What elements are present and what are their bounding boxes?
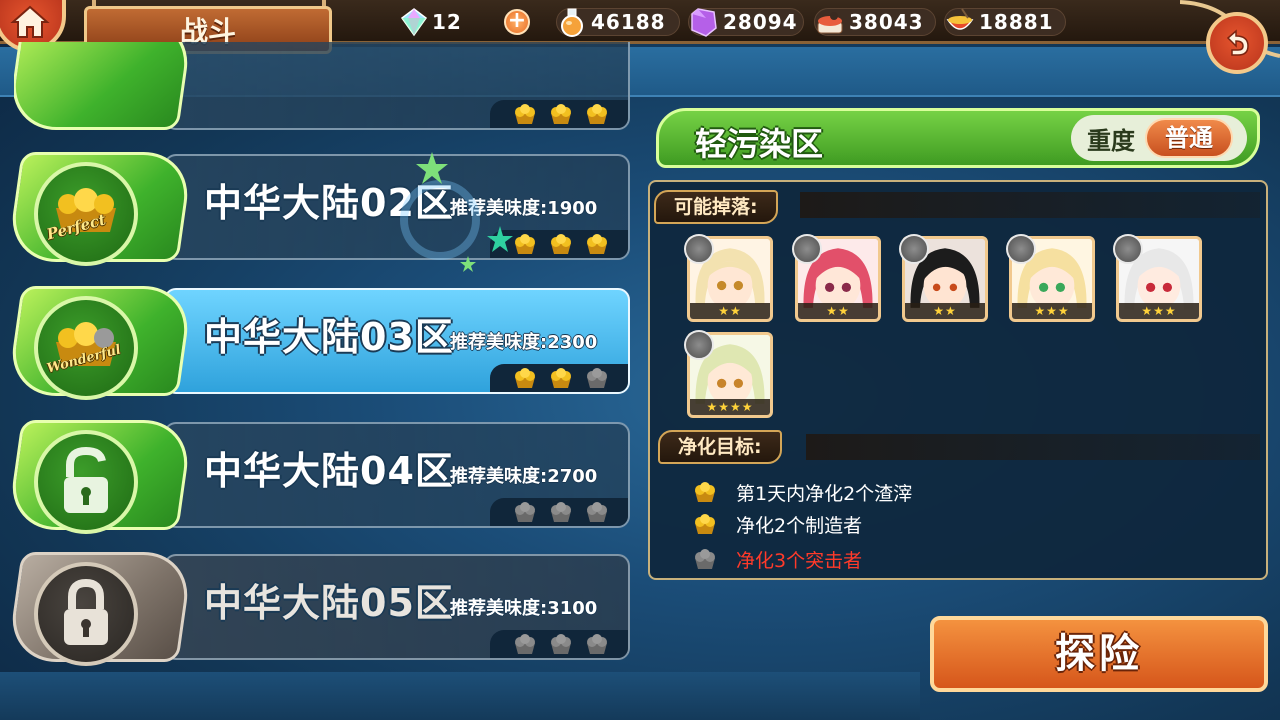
stage-name: 中华大陆03区 [204, 315, 454, 359]
cake-rating-empty-icon [512, 501, 538, 523]
cloche-icon [792, 234, 822, 264]
potion-flask-icon [561, 8, 583, 37]
rarity-stars: ★★ [798, 303, 878, 319]
rarity-stars: ★★★★ [690, 399, 770, 415]
stage-recommend: 推荐美味度:2700 [450, 466, 598, 487]
stage-row-04[interactable]: 中华大陆04区 推荐美味度:2700 [6, 420, 630, 534]
resource-potion: 46188 [556, 7, 680, 37]
cake-rating-empty-icon [584, 367, 610, 389]
stage-rating [490, 630, 628, 658]
resource-gems: 12 + [398, 7, 530, 37]
zone-title: 轻污染区 [695, 125, 824, 163]
resource-crystal: 28094 [688, 7, 804, 37]
rainbow-gem-icon [400, 8, 428, 37]
cake-rating-empty-icon [548, 633, 574, 655]
section-strip [806, 434, 1260, 460]
goal-text: 净化3个突击者 [736, 549, 863, 572]
cake-goal-icon [692, 513, 718, 535]
cake-rating-icon [584, 103, 610, 125]
cake-rating-icon [512, 103, 538, 125]
stage-row-partial[interactable] [14, 42, 630, 132]
stage-name: 中华大陆05区 [204, 581, 454, 625]
purple-crystal-icon [691, 8, 717, 37]
goal-item: 净化3个突击者 [692, 545, 862, 573]
rarity-stars: ★★ [690, 303, 770, 319]
stage-name: 中华大陆04区 [204, 449, 454, 493]
return-arrow-icon [1226, 29, 1249, 56]
goal-item: 第1天内净化2个渣滓 [692, 478, 912, 506]
locked-padlock-icon [34, 562, 138, 666]
stage-recommend: 推荐美味度:3100 [450, 598, 598, 619]
cake-rating-icon [512, 367, 538, 389]
stage-row-03[interactable]: Wonderful 中华大陆03区 推荐美味度:2300 [6, 286, 630, 400]
sushi-ingredient-icon [817, 12, 843, 34]
bottom-ribbon [0, 672, 920, 720]
rarity-stars: ★★★ [1119, 303, 1199, 319]
stage-rating [490, 100, 628, 128]
perfect-medal-icon: Perfect [34, 162, 138, 266]
cake-rating-icon [548, 233, 574, 255]
food-bowl-icon [946, 8, 974, 30]
home-icon [10, 5, 50, 38]
stage-rating [490, 498, 628, 526]
cake-rating-empty-icon [512, 633, 538, 655]
cake-rating-icon [548, 103, 574, 125]
sparkle-effect [400, 152, 513, 272]
cake-goal-icon [692, 481, 718, 503]
goal-text: 净化2个制造者 [736, 514, 863, 537]
stage-recommend: 推荐美味度:2300 [450, 332, 598, 353]
steam-icon [1113, 234, 1143, 264]
difficulty-selector: 重度 普通 [1071, 115, 1247, 161]
explore-button[interactable]: 探险 [930, 616, 1268, 692]
cake-rating-icon [584, 233, 610, 255]
add-gems-button[interactable]: + [504, 9, 530, 35]
stage-row-02[interactable]: Perfect 中华大陆02区 推荐美味度:1900 [6, 152, 630, 266]
whisk-icon [684, 234, 714, 264]
resource-bowl: 18881 [944, 7, 1066, 37]
cake-rating-empty-icon [584, 501, 610, 523]
whisk-icon [684, 330, 714, 360]
drops-label: 可能掉落: [654, 190, 778, 224]
resource-ingredient: 38043 [814, 7, 936, 37]
cake-rating-icon [548, 367, 574, 389]
goal-item: 净化2个制造者 [692, 510, 862, 538]
wonderful-medal-icon: Wonderful [34, 296, 138, 400]
stage-rating [490, 364, 628, 392]
cake-rating-empty-icon [548, 501, 574, 523]
unlocked-padlock-icon [34, 430, 138, 534]
difficulty-normal-button[interactable]: 普通 [1145, 118, 1233, 158]
plate-icon [1006, 234, 1036, 264]
goal-text: 第1天内净化2个渣滓 [736, 482, 913, 505]
section-strip [800, 192, 1260, 218]
back-button[interactable] [1206, 12, 1268, 74]
steam-icon [899, 234, 929, 264]
rarity-stars: ★★ [905, 303, 985, 319]
cake-goal-empty-icon [692, 548, 718, 570]
rarity-stars: ★★★ [1012, 303, 1092, 319]
difficulty-label[interactable]: 重度 [1087, 121, 1135, 156]
cake-rating-empty-icon [584, 633, 610, 655]
goals-label: 净化目标: [658, 430, 782, 464]
zone-header: 轻污染区 重度 普通 [656, 108, 1260, 168]
stage-row-05[interactable]: 中华大陆05区 推荐美味度:3100 [6, 552, 630, 666]
